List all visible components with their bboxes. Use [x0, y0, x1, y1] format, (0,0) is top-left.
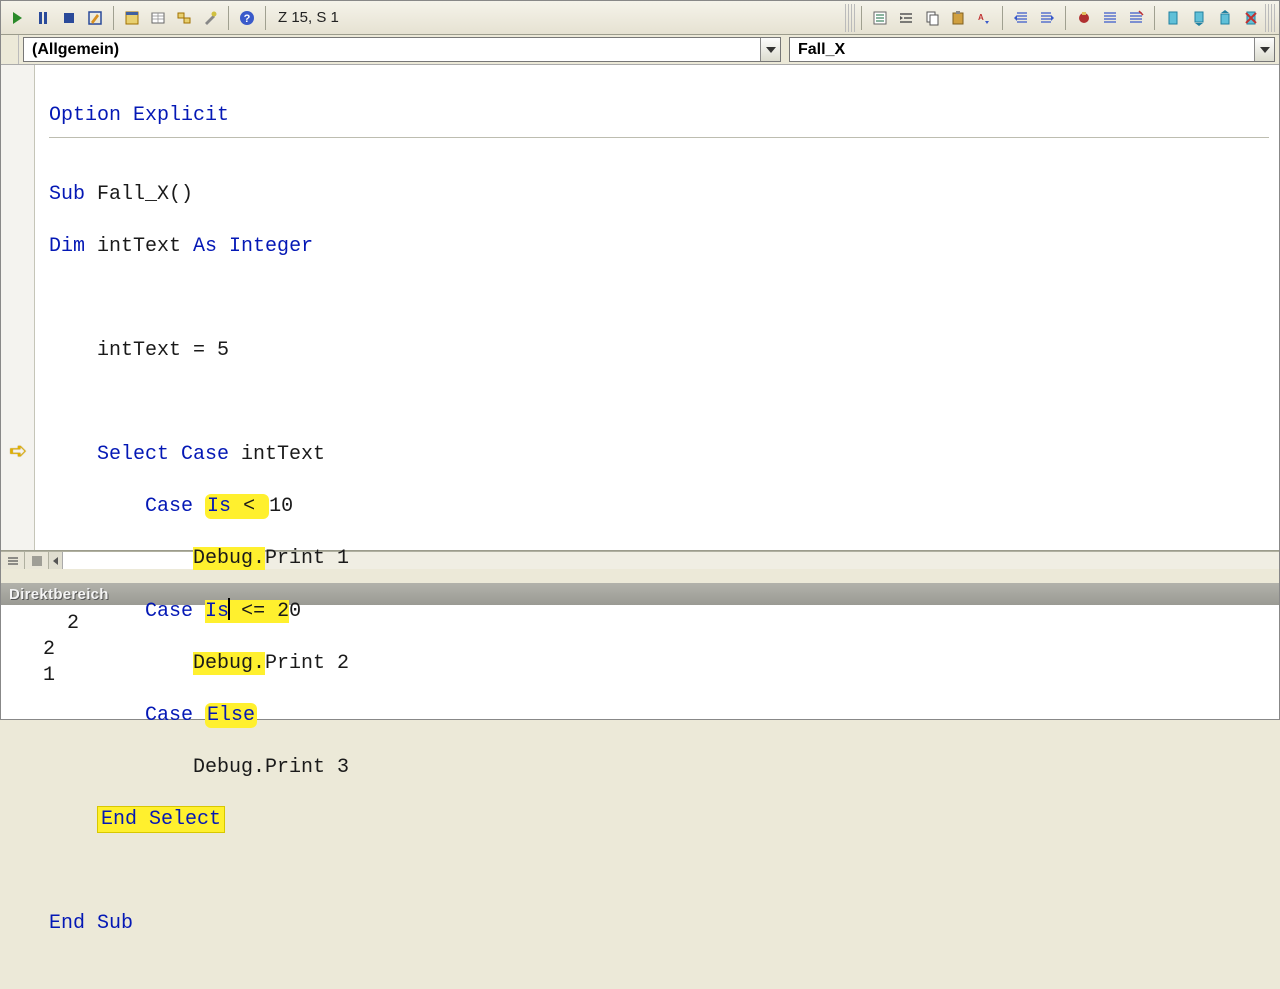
- code-line: Debug.Print 3: [49, 755, 1269, 781]
- code-line: End Select: [49, 807, 1269, 833]
- toolbar-separator: [1002, 6, 1003, 30]
- comment-block-button[interactable]: [1098, 6, 1122, 30]
- code-line: End Sub: [49, 911, 1269, 937]
- code-line: Select Case intText: [49, 442, 1269, 468]
- uncomment-block-button[interactable]: [1124, 6, 1148, 30]
- code-line: Debug.Print 1: [49, 546, 1269, 572]
- design-mode-button[interactable]: [83, 6, 107, 30]
- paste-button[interactable]: [946, 6, 970, 30]
- code-line: Debug.Print 2: [49, 651, 1269, 677]
- copy-button[interactable]: [920, 6, 944, 30]
- procedure-dropdown[interactable]: Fall_X: [789, 37, 1275, 62]
- procedure-view-button[interactable]: [1, 552, 25, 569]
- toolbox-button[interactable]: [198, 6, 222, 30]
- execution-pointer-icon: ➪: [9, 438, 27, 464]
- complete-word-button[interactable]: A: [972, 6, 996, 30]
- list-properties-button[interactable]: [868, 6, 892, 30]
- indent-button[interactable]: [1035, 6, 1059, 30]
- code-line: Sub Fall_X(): [49, 182, 1269, 208]
- scope-dropdown[interactable]: (Allgemein): [23, 37, 781, 62]
- scope-proc-row: (Allgemein) Fall_X: [1, 35, 1279, 65]
- code-editor[interactable]: ➪ Option Explicit Sub Fall_X() Dim intTe…: [1, 65, 1279, 551]
- procedure-value: Fall_X: [790, 41, 1254, 59]
- toolbar-grip: [845, 4, 855, 32]
- prev-bookmark-button[interactable]: [1213, 6, 1237, 30]
- scope-value: (Allgemein): [24, 41, 760, 59]
- toolbar-separator: [113, 6, 114, 30]
- code-line: Dim intText As Integer: [49, 234, 1269, 260]
- run-button[interactable]: [5, 6, 29, 30]
- outdent-button[interactable]: [1009, 6, 1033, 30]
- code-line: Case Is <= 20: [49, 598, 1269, 625]
- toolbar-separator: [228, 6, 229, 30]
- toolbar-separator: [861, 6, 862, 30]
- cursor-position: Z 15, S 1: [272, 9, 349, 26]
- chevron-down-icon[interactable]: [1254, 38, 1274, 61]
- object-browser-button[interactable]: [172, 6, 196, 30]
- main-toolbar: ? Z 15, S 1 A: [1, 1, 1279, 35]
- breakpoint-button[interactable]: [1072, 6, 1096, 30]
- code-line: Case Is < 10: [49, 494, 1269, 520]
- indent-right-button[interactable]: [894, 6, 918, 30]
- full-module-view-button[interactable]: [25, 552, 49, 569]
- code-body[interactable]: Option Explicit Sub Fall_X() Dim intText…: [35, 65, 1279, 550]
- project-explorer-button[interactable]: [120, 6, 144, 30]
- code-line: intText = 5: [49, 338, 1269, 364]
- toolbar-separator: [1065, 6, 1066, 30]
- clear-bookmarks-button[interactable]: [1239, 6, 1263, 30]
- code-blank-line: [49, 859, 1269, 885]
- code-blank-line: [49, 286, 1269, 312]
- toolbar-grip: [1265, 4, 1275, 32]
- properties-window-button[interactable]: [146, 6, 170, 30]
- help-button[interactable]: ?: [235, 6, 259, 30]
- toolbar-separator: [265, 6, 266, 30]
- toolbar-separator: [1154, 6, 1155, 30]
- stop-button[interactable]: [57, 6, 81, 30]
- bookmark-toggle-button[interactable]: [1161, 6, 1185, 30]
- code-line: Option Explicit: [49, 104, 229, 127]
- code-line: Case Else: [49, 703, 1269, 729]
- text-cursor: [228, 598, 230, 620]
- pause-button[interactable]: [31, 6, 55, 30]
- svg-text:A: A: [978, 13, 984, 22]
- chevron-down-icon[interactable]: [760, 38, 780, 61]
- svg-text:?: ?: [244, 13, 251, 25]
- editor-margin[interactable]: ➪: [1, 65, 35, 550]
- code-blank-line: [49, 390, 1269, 416]
- next-bookmark-button[interactable]: [1187, 6, 1211, 30]
